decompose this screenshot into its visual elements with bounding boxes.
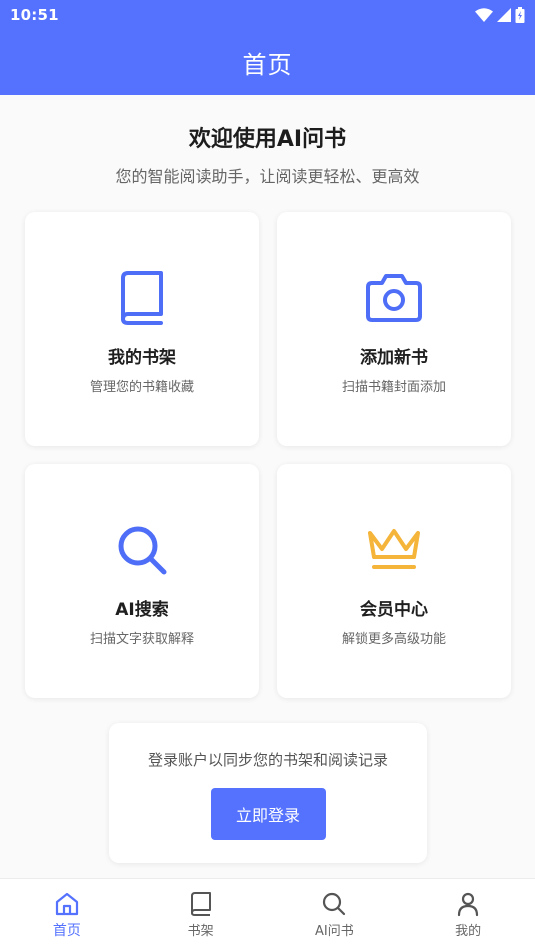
card-desc: 扫描书籍封面添加 (341, 380, 446, 395)
signal-icon (497, 8, 511, 22)
nav-item-profile[interactable]: 我的 (401, 879, 535, 951)
card-title: 会员中心 (360, 600, 428, 620)
main-content: 欢迎使用AI问书 您的智能阅读助手，让阅读更轻松、更高效 我的书架 管理您的书籍… (0, 95, 535, 878)
nav-item-bookshelf[interactable]: 书架 (134, 879, 268, 951)
nav-label: 首页 (52, 923, 81, 939)
status-bar: 10:51 (0, 0, 535, 30)
status-icons (475, 7, 525, 23)
login-button[interactable]: 立即登录 (210, 788, 326, 840)
card-my-bookshelf[interactable]: 我的书架 管理您的书籍收藏 (25, 212, 259, 446)
card-ai-search[interactable]: AI搜索 扫描文字获取解释 (25, 464, 259, 698)
nav-label: AI问书 (315, 924, 354, 939)
card-title: 添加新书 (360, 348, 428, 368)
bottom-nav: 首页 书架 AI问书 我的 (0, 878, 535, 951)
app-bar: 首页 (0, 30, 535, 95)
card-add-book[interactable]: 添加新书 扫描书籍封面添加 (277, 212, 511, 446)
card-title: AI搜索 (115, 600, 169, 620)
camera-icon (364, 268, 424, 328)
search-icon (323, 892, 346, 916)
wifi-icon (475, 8, 493, 22)
card-desc: 解锁更多高级功能 (341, 632, 446, 647)
nav-label: 我的 (455, 924, 482, 939)
book-icon (112, 268, 172, 328)
welcome-title: 欢迎使用AI问书 (188, 127, 347, 152)
page-title: 首页 (242, 51, 293, 79)
home-icon (55, 892, 78, 916)
person-icon (458, 892, 479, 917)
card-membership[interactable]: 会员中心 解锁更多高级功能 (277, 464, 511, 698)
card-title: 我的书架 (108, 348, 176, 368)
search-icon (112, 520, 172, 580)
login-prompt-text: 登录账户以同步您的书架和阅读记录 (147, 751, 388, 769)
card-desc: 扫描文字获取解释 (89, 632, 194, 647)
status-time: 10:51 (10, 6, 59, 24)
nav-item-home[interactable]: 首页 (0, 879, 134, 951)
card-desc: 管理您的书籍收藏 (89, 380, 194, 395)
book-icon (190, 892, 211, 916)
battery-icon (515, 7, 525, 23)
nav-item-ai-search[interactable]: AI问书 (268, 879, 402, 951)
crown-icon (364, 520, 424, 580)
nav-label: 书架 (187, 924, 214, 939)
welcome-subtitle: 您的智能阅读助手，让阅读更轻松、更高效 (115, 167, 420, 186)
login-prompt-card: 登录账户以同步您的书架和阅读记录 立即登录 (109, 723, 427, 863)
